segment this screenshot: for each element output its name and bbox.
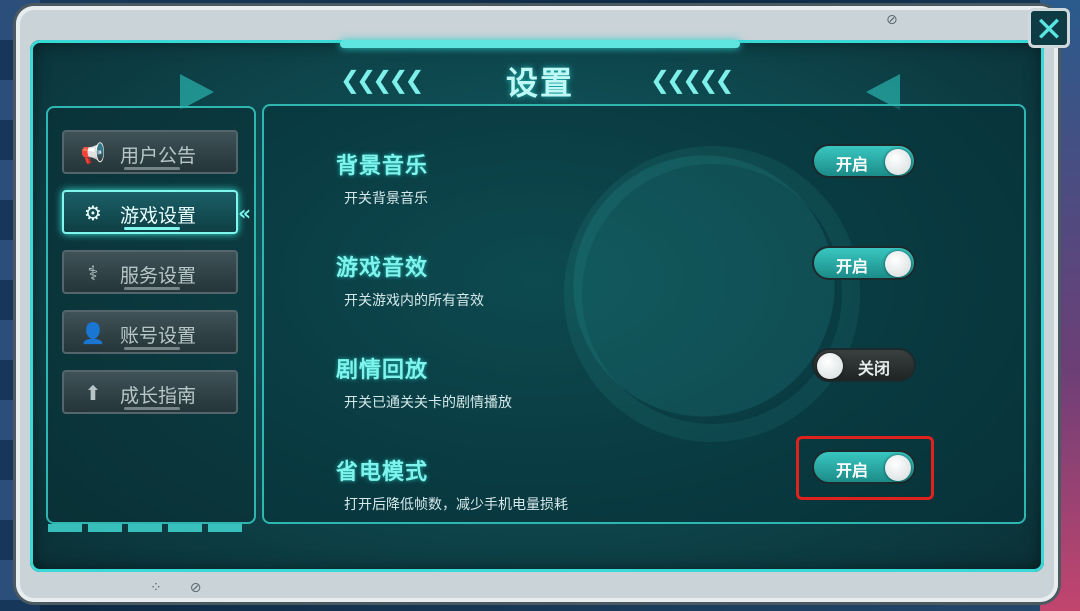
sidebar-item-game-settings[interactable]: ⚙ 游戏设置 « [62, 190, 251, 234]
setting-background-music: 背景音乐 开关背景音乐 开启 [334, 144, 954, 228]
setting-sound-effects: 游戏音效 开关游戏内的所有音效 开启 [334, 246, 954, 330]
sidebar-item-service-settings[interactable]: ⚕ 服务设置 [62, 250, 238, 294]
sidebar-bottom-decoration [48, 524, 248, 532]
page-title: 设置 [505, 64, 574, 102]
sidebar-item-label: 账号设置 [120, 325, 197, 347]
tab-underline [124, 167, 180, 170]
left-chevrons-decoration-icon: ❮❮❮❮❮ [340, 66, 425, 94]
setting-title: 游戏音效 [336, 256, 429, 281]
sidebar-item-growth-guide[interactable]: ⬆ 成长指南 [62, 370, 238, 414]
bottom-frame-icons: ⁘⊘ [150, 580, 230, 596]
gear-icon: ⚙ [84, 201, 102, 225]
guide-icon: ⬆ [84, 381, 102, 405]
story-replay-toggle[interactable]: 关闭 [812, 348, 916, 382]
sound-effects-toggle[interactable]: 开启 [812, 246, 916, 280]
sidebar-item-label: 成长指南 [120, 385, 197, 407]
toggle-label: 开启 [836, 257, 869, 276]
setting-title: 剧情回放 [336, 358, 429, 383]
sidebar-item-announcement[interactable]: 📢 用户公告 [62, 130, 238, 174]
settings-sidebar: 📢 用户公告 ⚙ 游戏设置 « ⚕ 服务设置 👤 账号设置 ⬆ 成长指南 [46, 106, 256, 524]
background-music-toggle[interactable]: 开启 [812, 144, 916, 178]
header-glow-bar [340, 40, 740, 48]
megaphone-icon: 📢 [80, 141, 106, 165]
tab-underline [124, 407, 180, 410]
setting-story-replay: 剧情回放 开关已通关关卡的剧情播放 关闭 [334, 348, 954, 432]
top-frame-icon: ⊘ [886, 12, 898, 28]
right-chevrons-decoration-icon: ❮❮❮❮❮ [650, 66, 735, 94]
sidebar-item-label: 用户公告 [120, 145, 197, 167]
toggle-label: 开启 [836, 155, 869, 174]
tab-underline [124, 347, 180, 350]
toggle-knob [885, 251, 911, 277]
sidebar-item-label: 游戏设置 [120, 205, 197, 227]
setting-description: 开关已通关关卡的剧情播放 [344, 395, 512, 411]
tab-underline [124, 227, 180, 230]
service-icon: ⚕ [87, 261, 99, 285]
toggle-label: 关闭 [858, 359, 891, 378]
setting-description: 开关背景音乐 [344, 191, 428, 207]
setting-title: 省电模式 [336, 460, 429, 485]
toggle-knob [817, 353, 843, 379]
setting-description: 打开后降低帧数，减少手机电量损耗 [344, 497, 568, 513]
toggle-knob [885, 149, 911, 175]
setting-description: 开关游戏内的所有音效 [344, 293, 484, 309]
sidebar-item-label: 服务设置 [120, 265, 197, 287]
setting-title: 背景音乐 [336, 154, 429, 179]
highlight-annotation-box [796, 436, 934, 500]
left-arrow-decoration-icon [180, 74, 214, 110]
account-icon: 👤 [80, 321, 106, 345]
active-tab-marker-icon: « [238, 201, 251, 225]
close-button[interactable]: ✕ [1028, 8, 1070, 49]
sidebar-item-account-settings[interactable]: 👤 账号设置 [62, 310, 238, 354]
tab-underline [124, 287, 180, 290]
